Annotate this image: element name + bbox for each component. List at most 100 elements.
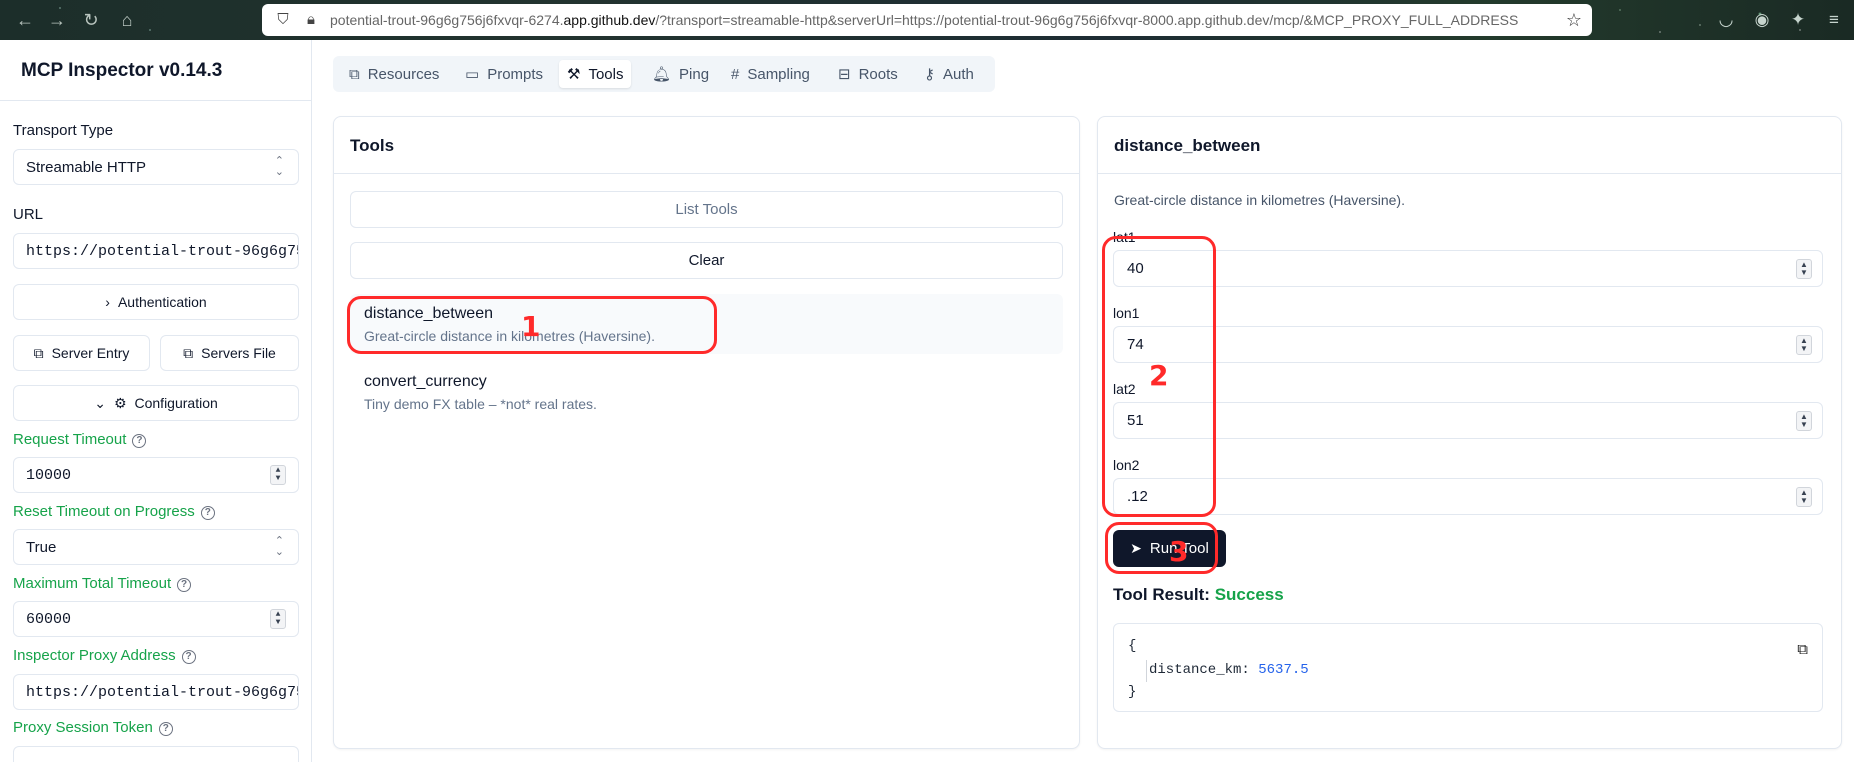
message-icon: ▭ [465,66,480,83]
param-value: 40 [1127,260,1144,277]
tool-description: Great-circle distance in kilometres (Hav… [1114,192,1405,208]
json-open-brace: { [1128,638,1137,654]
tool-description: Great-circle distance in kilometres (Hav… [364,328,655,344]
transport-type-label: Transport Type [13,122,114,139]
url-input[interactable]: https://potential-trout-96g6g75 [13,233,299,269]
forward-arrow-icon[interactable]: → [46,9,68,31]
help-icon[interactable]: ? [132,434,147,448]
reset-timeout-select[interactable]: True ⌃ ⌄ [13,529,299,565]
authentication-button[interactable]: › Authentication [13,284,299,320]
send-icon: ➤ [1130,540,1142,556]
tool-item-distance-between[interactable]: distance_between Great-circle distance i… [350,294,1063,354]
help-icon[interactable]: ? [181,650,196,664]
param-value: 74 [1127,336,1144,353]
panel-header: distance_between [1098,117,1841,174]
pocket-icon[interactable]: ◡ [1714,8,1738,32]
address-bar[interactable]: ⛉ 🔒︎ potential-trout-96g6g756j6fxvqr-627… [262,4,1592,36]
servers-file-button[interactable]: ⧉ Servers File [160,335,299,371]
stepper-icon[interactable]: ▲ ▼ [1796,334,1812,355]
param-input-lat1[interactable]: 40 ▲ ▼ [1113,250,1823,287]
folder-tree-icon: ⊟ [838,66,851,83]
tab-label: Ping [679,65,710,83]
hammer-icon: ⚒ [567,66,581,83]
clear-button[interactable]: Clear [350,242,1063,279]
json-key: distance_km: [1149,662,1250,678]
stepper-icon[interactable]: ▲ ▼ [270,609,286,629]
proxy-address-input[interactable]: https://potential-trout-96g6g75 [13,674,299,710]
configuration-label: Configuration [134,395,218,411]
param-label-lon1: lon1 [1113,305,1140,321]
param-label-lat1: lat1 [1113,229,1136,245]
bell-icon: 🔔︎ [652,66,672,83]
help-icon[interactable]: ? [177,578,192,592]
server-entry-button[interactable]: ⧉ Server Entry [13,335,150,371]
server-entry-label: Server Entry [51,345,130,361]
reload-icon[interactable]: ↻ [80,9,102,31]
help-icon[interactable]: ? [158,722,173,736]
menu-icon[interactable]: ≡ [1822,8,1846,32]
lock-icon[interactable]: 🔒︎ [302,11,320,29]
stepper-icon[interactable]: ▲ ▼ [1796,486,1812,507]
proxy-address-value: https://potential-trout-96g6g75 [26,683,299,701]
detail-panel-title: distance_between [1114,136,1261,155]
tab-roots[interactable]: ⊟ Roots [830,60,906,88]
sidebar: MCP Inspector v0.14.3 Transport Type Str… [0,40,312,762]
reset-timeout-label: Reset Timeout on Progress? [13,503,215,520]
proxy-address-label: Inspector Proxy Address? [13,647,196,664]
browser-toolbar: ← → ↻ ⌂ ⛉ 🔒︎ potential-trout-96g6g756j6f… [0,0,1854,40]
proxy-token-label: Proxy Session Token? [13,719,173,736]
annotation-number-1: 1 [521,310,541,343]
tab-label: Sampling [747,65,810,83]
result-label: Tool Result: [1113,585,1210,604]
tab-sampling[interactable]: # Sampling [723,60,818,88]
transport-type-select[interactable]: Streamable HTTP ⌃ ⌄ [13,149,299,185]
tab-auth[interactable]: ⚷ Auth [916,60,982,88]
annotation-number-3: 3 [1169,535,1189,568]
chevron-down-icon: ⌄ [94,394,106,411]
request-timeout-label: Request Timeout? [13,431,147,448]
max-timeout-label: Maximum Total Timeout? [13,575,192,592]
stepper-icon[interactable]: ▲ ▼ [1796,258,1812,279]
list-tools-button[interactable]: List Tools [350,191,1063,228]
tool-detail-panel: distance_between Great-circle distance i… [1097,116,1842,749]
tab-resources[interactable]: ⧉ Resources [341,60,447,88]
sidebar-divider [0,100,312,101]
stepper-icon[interactable]: ▲ ▼ [270,465,286,485]
request-timeout-input[interactable]: 10000 ▲ ▼ [13,457,299,493]
help-icon[interactable]: ? [200,506,215,520]
tab-prompts[interactable]: ▭ Prompts [457,60,551,88]
tab-tools[interactable]: ⚒ Tools [559,60,632,88]
tools-panel-title: Tools [350,136,395,155]
account-icon[interactable]: ◉ [1750,8,1774,32]
json-indent-guide [1146,660,1147,682]
max-timeout-input[interactable]: 60000 ▲ ▼ [13,601,299,637]
tool-item-convert-currency[interactable]: convert_currency Tiny demo FX table – *n… [350,362,1063,422]
panel-header: Tools [334,117,1079,174]
home-icon[interactable]: ⌂ [116,9,138,31]
json-entry: distance_km: 5637.5 [1149,662,1309,678]
shield-icon[interactable]: ⛉ [274,11,292,29]
param-input-lat2[interactable]: 51 ▲ ▼ [1113,402,1823,439]
configuration-button[interactable]: ⌄ ⚙ Configuration [13,385,299,421]
extensions-icon[interactable]: ✦ [1786,8,1810,32]
copy-icon[interactable]: ⧉ [1797,641,1808,658]
param-input-lon2[interactable]: .12 ▲ ▼ [1113,478,1823,515]
param-input-lon1[interactable]: 74 ▲ ▼ [1113,326,1823,363]
hash-icon: # [731,65,740,83]
bookmark-star-icon[interactable]: ☆ [1566,10,1582,31]
proxy-token-input[interactable] [13,746,299,762]
updown-chevron-icon: ⌃ ⌄ [274,155,284,178]
app-title: MCP Inspector v0.14.3 [21,60,223,81]
tab-ping[interactable]: 🔔︎ Ping [644,60,717,88]
result-json-box: { distance_km: 5637.5 } ⧉ [1113,623,1823,712]
url-text[interactable]: potential-trout-96g6g756j6fxvqr-6274.app… [330,12,1560,28]
reset-timeout-value: True [26,538,57,556]
tab-label: Resources [367,65,440,83]
chevron-right-icon: › [105,294,110,310]
param-value: 51 [1127,412,1144,429]
annotation-number-2: 2 [1149,359,1169,392]
back-arrow-icon[interactable]: ← [14,9,36,31]
authentication-label: Authentication [117,294,207,310]
stepper-icon[interactable]: ▲ ▼ [1796,410,1812,431]
copy-icon: ⧉ [183,344,194,361]
